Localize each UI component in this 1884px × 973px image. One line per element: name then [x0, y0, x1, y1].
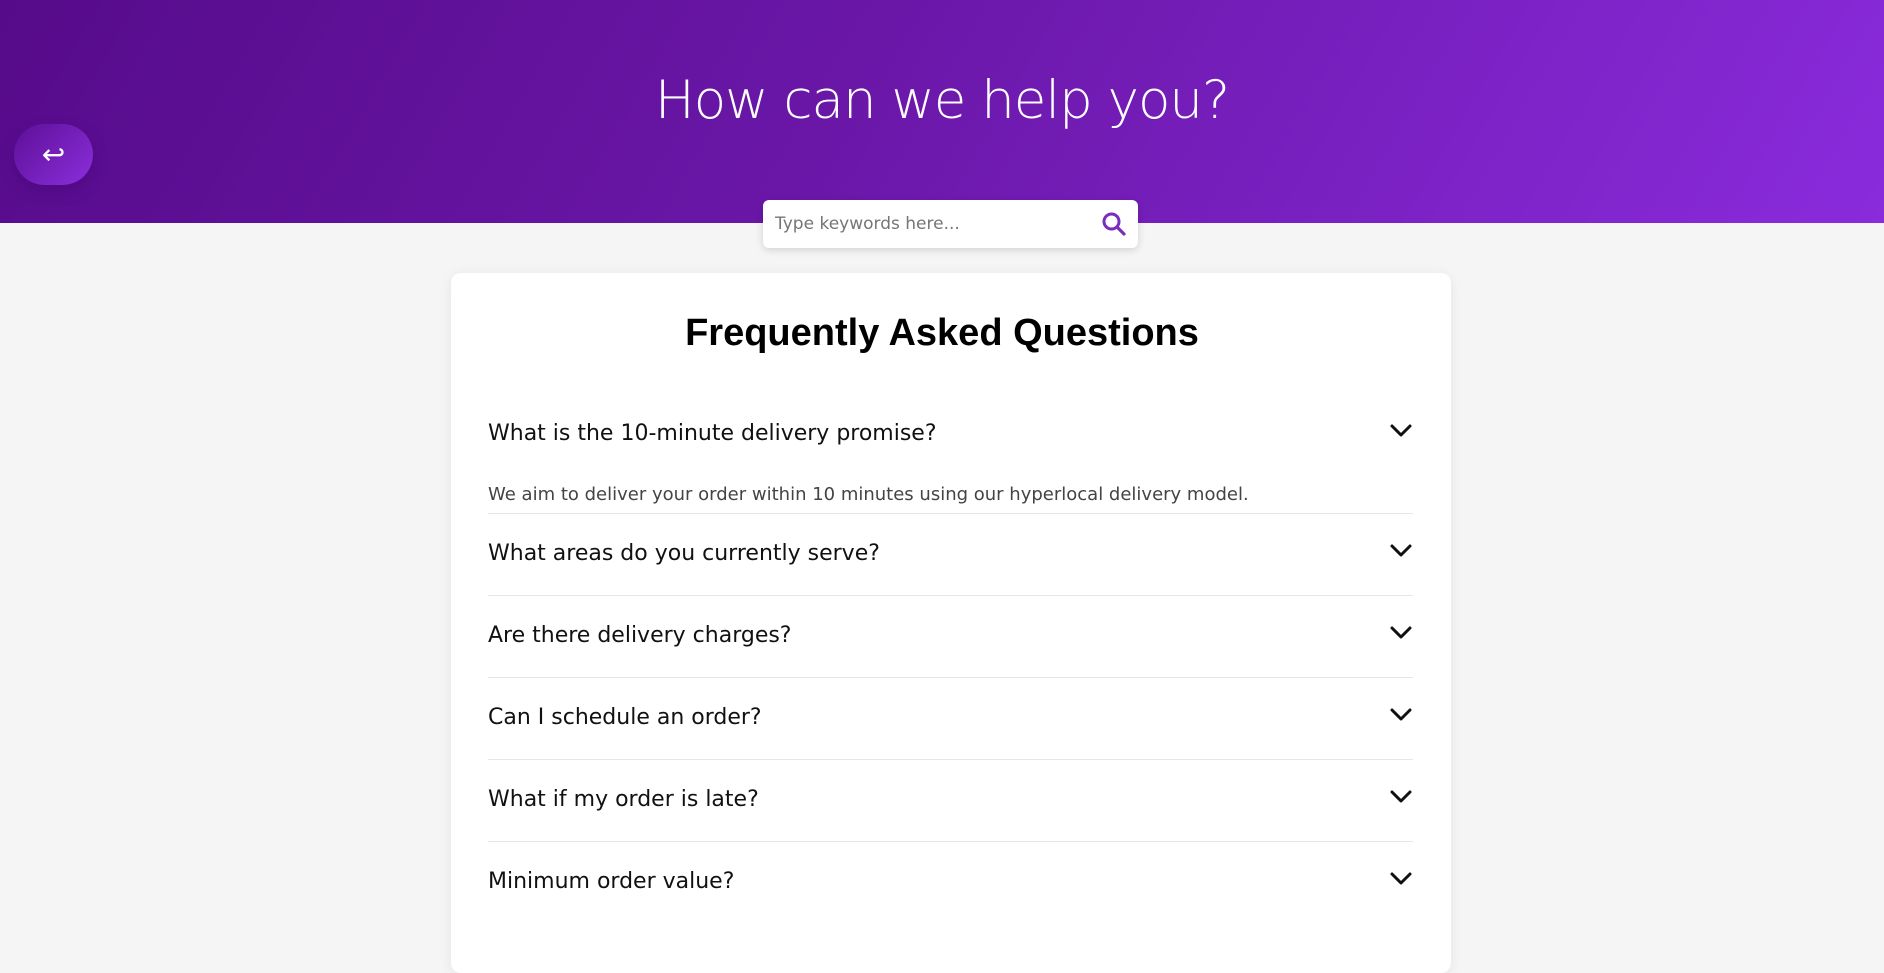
chevron-down-icon	[1390, 626, 1412, 639]
faq-item: What if my order is late?	[488, 759, 1413, 842]
faq-question: Minimum order value?	[488, 869, 735, 894]
faq-answer: We aim to deliver your order within 10 m…	[488, 484, 1249, 505]
faq-question: Can I schedule an order?	[488, 705, 762, 730]
faq-question-toggle[interactable]: What if my order is late?	[488, 759, 1413, 839]
faq-question-toggle[interactable]: Minimum order value?	[488, 841, 1413, 908]
faq-item: Can I schedule an order?	[488, 677, 1413, 760]
hero-banner: How can we help you?	[0, 0, 1884, 223]
chevron-down-icon	[1390, 544, 1412, 557]
chevron-down-icon	[1390, 790, 1412, 803]
faq-question-toggle[interactable]: What areas do you currently serve?	[488, 513, 1413, 593]
faq-question: What areas do you currently serve?	[488, 541, 880, 566]
chevron-down-icon	[1390, 872, 1412, 885]
faq-item: What is the 10-minute delivery promise? …	[488, 393, 1413, 514]
faq-item: Are there delivery charges?	[488, 595, 1413, 678]
return-arrow-icon: ↩	[41, 138, 66, 171]
faq-question-toggle[interactable]: Are there delivery charges?	[488, 595, 1413, 675]
faq-question-toggle[interactable]: What is the 10-minute delivery promise?	[488, 393, 1413, 473]
chevron-down-icon	[1390, 708, 1412, 721]
chevron-down-icon	[1390, 424, 1412, 437]
search-input[interactable]	[775, 200, 1085, 248]
hero-title: How can we help you?	[654, 70, 1230, 131]
faq-item: Minimum order value?	[488, 841, 1413, 908]
back-button[interactable]: ↩	[14, 124, 93, 185]
faq-question: Are there delivery charges?	[488, 623, 792, 648]
faq-title: Frequently Asked Questions	[685, 312, 1199, 354]
search-bar	[763, 200, 1138, 248]
faq-question: What is the 10-minute delivery promise?	[488, 421, 937, 446]
faq-question-toggle[interactable]: Can I schedule an order?	[488, 677, 1413, 757]
search-icon[interactable]	[1100, 210, 1128, 238]
faq-item: What areas do you currently serve?	[488, 513, 1413, 596]
faq-question: What if my order is late?	[488, 787, 759, 812]
